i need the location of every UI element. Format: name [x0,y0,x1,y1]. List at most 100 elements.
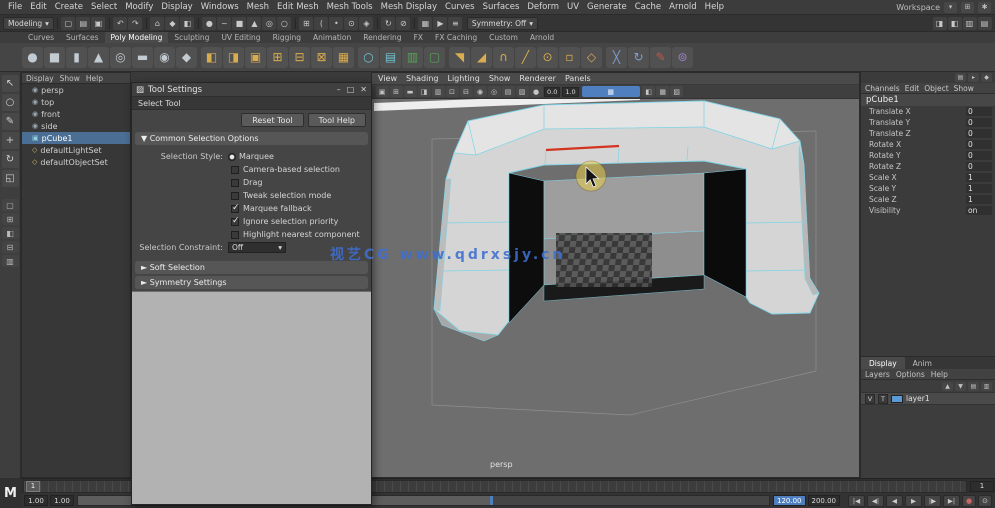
channel-row[interactable]: Scale X 1 [861,172,995,183]
statusline-icon[interactable]: ◈ [359,16,374,30]
outliner-menu-item[interactable]: Help [86,74,103,83]
viewport-toolbar-icon[interactable]: ◨ [417,86,431,97]
sidebar-toggle-icon[interactable]: ▤ [977,16,992,30]
window-button[interactable]: – [337,85,341,94]
viewport-toolbar-icon[interactable]: ▨ [670,86,684,97]
menu-item[interactable]: File [4,2,26,12]
viewport-status-chip[interactable]: ▦ [581,86,640,97]
shelf-icon[interactable]: ○ [358,46,379,68]
tool-icon[interactable]: ↖ [1,75,19,92]
viewport-toolbar-icon[interactable]: ⊟ [459,86,473,97]
channel-value-field[interactable]: 0 [966,118,992,127]
transport-button[interactable]: ▶| [943,494,960,507]
menu-item[interactable]: Arnold [665,2,701,12]
tool-icon[interactable]: ✎ [1,113,19,130]
option-checkbox[interactable] [231,191,239,200]
statusline-icon[interactable]: ▢ [61,16,76,30]
shelf-tab[interactable]: FX Caching [429,32,483,43]
set-key-button[interactable]: ● [962,494,976,507]
viewport-menu-item[interactable]: Lighting [447,74,479,83]
sidebar-toggle-icon[interactable]: ◨ [932,16,947,30]
shelf-tab[interactable]: FX [408,32,429,43]
viewport-toolbar-icon[interactable]: ⊞ [389,86,403,97]
menu-item[interactable]: Mesh Display [377,2,441,12]
statusline-icon[interactable] [376,17,378,29]
statusline-icon[interactable]: ▲ [247,16,262,30]
current-frame-marker[interactable]: 1 [26,480,40,492]
shelf-icon[interactable]: ▬ [132,46,153,68]
menu-item[interactable]: Cache [631,2,665,12]
channel-box-menu-item[interactable]: Object [924,84,948,93]
layer-editor-menu-item[interactable]: Layers [865,370,890,379]
layer-toolbar-icon[interactable]: ▥ [981,381,992,391]
menu-item[interactable]: Modify [121,2,157,12]
viewport-toolbar-icon[interactable]: ● [529,86,543,97]
viewport-menu-item[interactable]: Renderer [519,74,556,83]
shelf-tab[interactable]: Animation [307,32,357,43]
shelf-icon[interactable]: ● [22,46,43,68]
channel-value-field[interactable]: 0 [966,129,992,138]
viewport-toolbar-icon[interactable]: ◧ [642,86,656,97]
outliner-item[interactable]: ◉ front [22,108,130,120]
shelf-icon[interactable]: ⊙ [537,46,558,68]
channel-row[interactable]: Translate Z 0 [861,128,995,139]
statusline-icon[interactable]: ■ [232,16,247,30]
statusline-icon[interactable]: ◎ [262,16,277,30]
menu-item[interactable]: Mesh Tools [323,2,377,12]
option-checkbox[interactable] [231,203,240,213]
menu-item[interactable]: Edit Mesh [273,2,323,12]
channel-box-menu-item[interactable]: Edit [905,84,920,93]
shelf-icon[interactable]: ▫ [559,46,580,68]
current-frame-field[interactable]: 1 [970,480,994,492]
animation-start-field[interactable]: 1.00 [24,495,48,506]
shelf-icon[interactable]: ▮ [66,46,87,68]
shelf-icon[interactable]: ⊠ [311,46,332,68]
statusline-icon[interactable]: ⊘ [396,16,411,30]
reset-tool-button[interactable]: Reset Tool [241,113,304,127]
channel-value-field[interactable]: 1 [966,184,992,193]
layer-visibility-toggle[interactable]: V [865,393,875,404]
shelf-icon[interactable]: ∩ [493,46,514,68]
layout-shortcut-icon[interactable]: ⊞ [1,213,19,225]
menu-item[interactable]: Display [157,2,196,12]
layer-editor-menu-item[interactable]: Help [931,370,948,379]
layout-shortcut-icon[interactable]: ◧ [1,227,19,239]
viewport-toolbar-icon[interactable]: ▣ [375,86,389,97]
viewport-menu-item[interactable]: Panels [565,74,591,83]
shelf-icon[interactable]: ▤ [380,46,401,68]
layer-row[interactable]: V T layer1 [861,392,995,405]
menu-item[interactable]: Select [87,2,121,12]
menu-item[interactable]: Mesh [243,2,273,12]
menu-item[interactable]: Generate [583,2,631,12]
statusline-icon[interactable]: ⊞ [299,16,314,30]
menu-item[interactable]: Help [701,2,728,12]
viewport-menu-item[interactable]: Shading [406,74,439,83]
shelf-icon[interactable]: ▣ [245,46,266,68]
tool-icon[interactable]: ↻ [1,151,19,168]
shelf-tab[interactable]: Poly Modeling [104,32,169,43]
channel-box-menu-item[interactable]: Show [954,84,974,93]
channel-value-field[interactable]: 1 [966,173,992,182]
tool-icon[interactable]: + [1,132,19,149]
option-checkbox[interactable] [231,178,239,187]
shelf-icon[interactable]: ◆ [176,46,197,68]
menu-item[interactable]: Windows [197,2,243,12]
window-button[interactable]: □ [347,85,355,94]
statusline-icon[interactable] [108,17,110,29]
tool-icon[interactable]: ◱ [1,170,19,187]
statusline-icon[interactable] [145,17,147,29]
channel-row[interactable]: Visibility on [861,205,995,216]
channel-value-field[interactable]: 0 [966,162,992,171]
shelf-tab[interactable]: UV Editing [215,32,266,43]
layer-editor-tab[interactable]: Display [861,357,905,369]
layout-icon[interactable]: ⊞ [961,1,974,13]
viewport-toolbar-icon[interactable]: ▦ [656,86,670,97]
shelf-icon[interactable]: ◨ [223,46,244,68]
auto-key-toggle[interactable]: ⊙ [978,494,992,507]
menu-item[interactable]: UV [563,2,583,12]
statusline-icon[interactable] [56,17,58,29]
statusline-icon[interactable]: ↷ [128,16,143,30]
shelf-icon[interactable]: ◥ [449,46,470,68]
statusline-icon[interactable]: ▶ [433,16,448,30]
statusline-icon[interactable]: ▤ [76,16,91,30]
